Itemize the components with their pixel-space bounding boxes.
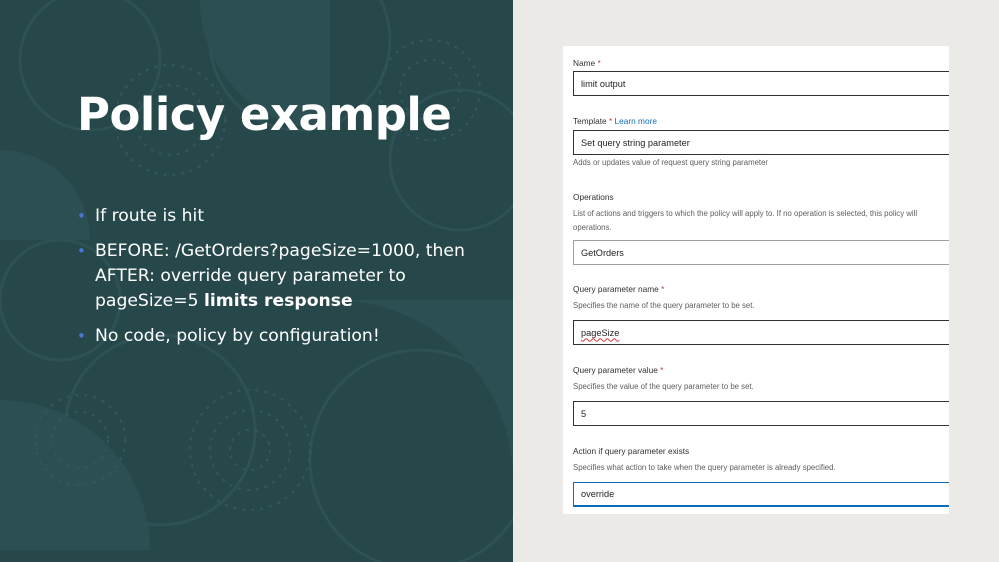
bullet-text: If route is hit [95,206,205,226]
operations-label: Operations [573,192,614,202]
slide-title: Policy example [77,88,452,141]
bullet-item: • No code, policy by configuration! [77,324,497,349]
query-value-label: Query parameter value * [573,365,664,375]
query-value-input[interactable]: 5 [573,401,949,426]
query-value-description: Specifies the value of the query paramet… [573,382,754,391]
required-marker: * [661,284,665,294]
bullet-item: • If route is hit [77,204,497,229]
required-marker: * [608,116,613,126]
template-dropdown[interactable]: Set query string parameter [573,130,949,155]
bullet-text: BEFORE: /GetOrders?pageSize=1000, then [95,241,465,261]
bullet-dot-icon: • [77,207,86,225]
policy-form: Name * limit output Template * Learn mor… [563,46,949,514]
required-marker: * [660,365,664,375]
slide-panel: Policy example • If route is hit • BEFOR… [0,0,513,562]
action-description: Specifies what action to take when the q… [573,463,836,472]
operations-description-2: operations. [573,223,612,232]
bullet-list: • If route is hit • BEFORE: /GetOrders?p… [77,204,497,359]
template-label: Template * Learn more [573,116,657,126]
name-field[interactable]: limit output [573,71,949,96]
action-label: Action if query parameter exists [573,446,690,456]
bullet-bold-text: limits response [204,291,353,311]
bullet-text-last: pageSize=5 limits response [95,289,497,314]
bullet-item: • BEFORE: /GetOrders?pageSize=1000, then… [77,239,497,314]
operations-dropdown[interactable]: GetOrders [573,240,949,265]
template-description: Adds or updates value of request query s… [573,158,769,167]
required-marker: * [597,58,601,68]
bullet-text: pageSize=5 [95,291,205,311]
query-name-value: pageSize [581,327,620,338]
bullet-text: AFTER: override query parameter to [95,266,406,286]
query-name-input[interactable]: pageSize [573,320,949,345]
bullet-dot-icon: • [77,242,86,260]
bullet-dot-icon: • [77,327,86,345]
query-name-description: Specifies the name of the query paramete… [573,301,755,310]
operations-description: List of actions and triggers to which th… [573,209,918,218]
bullet-text: No code, policy by configuration! [95,326,380,346]
learn-more-link[interactable]: Learn more [615,116,657,126]
action-dropdown[interactable]: override [573,482,949,507]
name-label: Name * [573,58,601,68]
query-name-label: Query parameter name * [573,284,665,294]
